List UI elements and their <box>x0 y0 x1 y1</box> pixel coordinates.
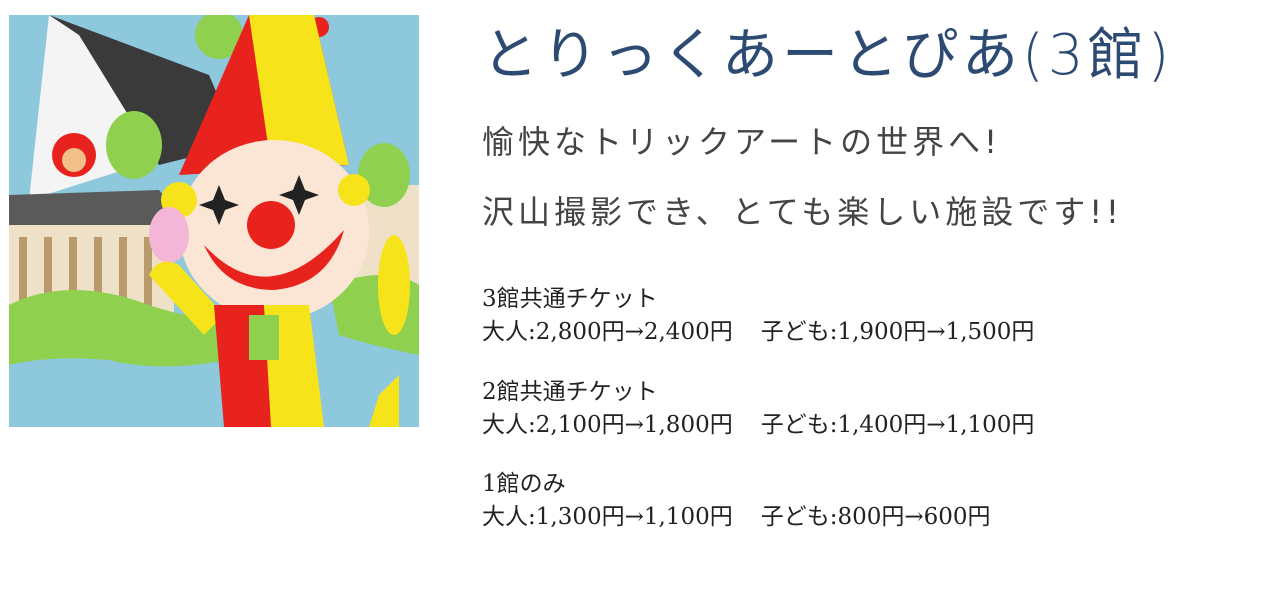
child-price: 子ども:1,900円→1,500円 <box>760 319 1035 345</box>
child-price: 子ども:800円→600円 <box>760 504 991 530</box>
adult-price: 大人:2,100円→1,800円 <box>482 412 733 438</box>
ticket-prices: 大人:1,300円→1,100円 子ども:800円→600円 <box>482 501 1202 534</box>
page-title: とりっくあーとぴあ(3館) <box>482 23 1174 88</box>
ticket-name: 2館共通チケット <box>482 379 658 405</box>
ticket-1-museum: 1館のみ 大人:1,300円→1,100円 子ども:800円→600円 <box>482 468 1202 534</box>
ticket-name: 1館のみ <box>482 471 566 497</box>
adult-price: 大人:2,800円→2,400円 <box>482 319 733 345</box>
ticket-prices: 大人:2,100円→1,800円 子ども:1,400円→1,100円 <box>482 409 1202 442</box>
ticket-2-museum: 2館共通チケット 大人:2,100円→1,800円 子ども:1,400円→1,10… <box>482 376 1202 442</box>
adult-price: 大人:1,300円→1,100円 <box>482 504 733 530</box>
tagline-line-1: 愉快なトリックアートの世界へ! <box>482 123 1001 161</box>
tagline-line-2: 沢山撮影でき、とても楽しい施設です!! <box>482 193 1123 231</box>
ticket-3-museum: 3館共通チケット 大人:2,800円→2,400円 子ども:1,900円→1,50… <box>482 283 1202 349</box>
clown-logo-image <box>9 15 419 427</box>
ticket-name: 3館共通チケット <box>482 286 658 312</box>
ticket-prices: 大人:2,800円→2,400円 子ども:1,900円→1,500円 <box>482 316 1202 349</box>
child-price: 子ども:1,400円→1,100円 <box>760 412 1035 438</box>
